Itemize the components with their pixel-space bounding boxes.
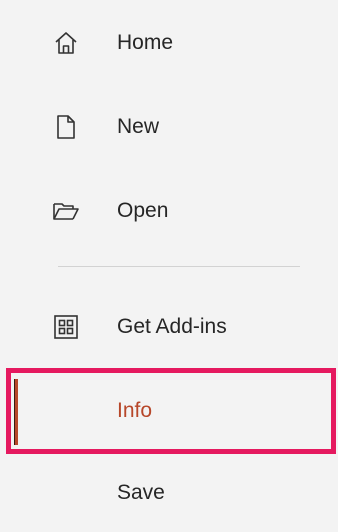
menu-item-open[interactable]: Open <box>0 180 338 242</box>
menu-item-label: Home <box>117 31 174 54</box>
new-document-icon <box>52 113 80 141</box>
menu-item-label: Open <box>117 199 169 222</box>
menu-item-info[interactable]: Info <box>6 368 336 454</box>
selection-indicator-edge <box>14 379 15 445</box>
menu-item-label: Save <box>117 481 165 504</box>
open-folder-icon <box>52 197 80 225</box>
menu-item-label: Info <box>117 399 153 422</box>
menu-item-get-add-ins[interactable]: Get Add-ins <box>0 296 338 358</box>
menu-item-label: Get Add-ins <box>117 315 227 338</box>
menu-divider <box>58 266 300 267</box>
menu-item-save[interactable]: Save <box>0 462 338 524</box>
add-ins-grid-icon <box>52 313 80 341</box>
home-icon <box>52 29 80 57</box>
menu-item-new[interactable]: New <box>0 96 338 158</box>
backstage-menu: Home New Open Get Add-ins Info Save <box>0 0 338 532</box>
menu-item-home[interactable]: Home <box>0 12 338 74</box>
menu-item-label: New <box>117 115 160 138</box>
